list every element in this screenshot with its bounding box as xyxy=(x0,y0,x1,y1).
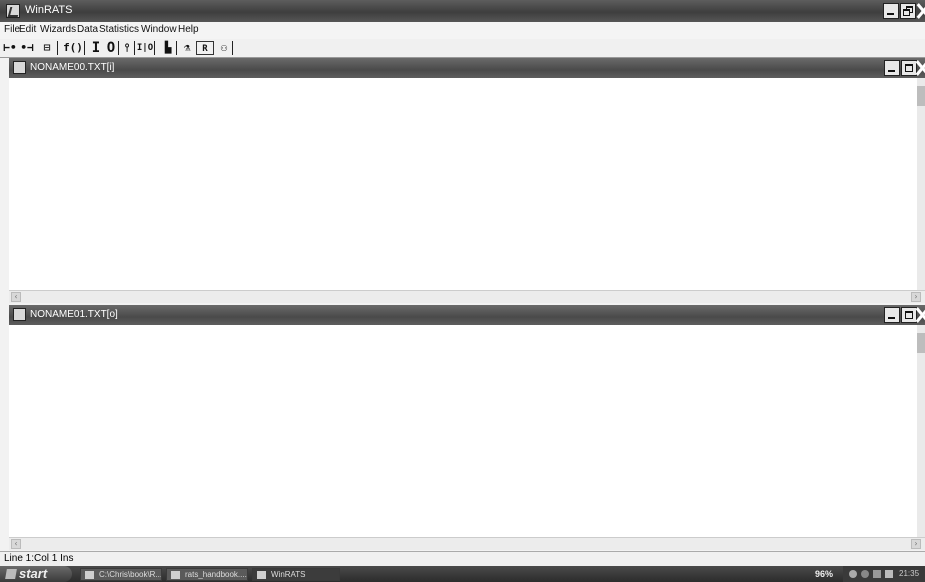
output-editor[interactable] xyxy=(9,325,917,537)
taskbar-item-winrats[interactable]: WinRATS xyxy=(252,568,340,581)
taskbar-item-handbook[interactable]: rats_handbook.... xyxy=(166,568,248,581)
menu-file[interactable]: File xyxy=(4,24,20,35)
output-window-title-bar[interactable]: NONAME01.TXT[o] xyxy=(9,305,925,325)
menu-window[interactable]: Window xyxy=(141,24,177,35)
task-label: rats_handbook.... xyxy=(185,570,247,579)
scrollbar-thumb[interactable] xyxy=(917,86,925,106)
scroll-left-icon[interactable]: ‹ xyxy=(11,539,21,549)
toolbar-graph-button[interactable]: ▙ xyxy=(160,41,177,55)
close-icon[interactable] xyxy=(915,2,925,20)
output-window: NONAME01.TXT[o] ‹ › xyxy=(9,305,925,550)
menu-statistics[interactable]: Statistics xyxy=(99,24,139,35)
scroll-right-icon[interactable]: › xyxy=(911,292,921,302)
folder-icon xyxy=(85,571,94,579)
toolbar-run-button[interactable]: ⊢• xyxy=(2,41,18,55)
zoom-level: 96% xyxy=(815,569,834,579)
security-icon[interactable] xyxy=(873,570,881,578)
input-editor[interactable] xyxy=(9,78,917,290)
vertical-scrollbar[interactable] xyxy=(917,78,925,290)
toolbar-print-button[interactable]: ⊟ xyxy=(37,41,58,55)
start-label: start xyxy=(19,566,48,581)
toolbar-io-button[interactable]: I|O xyxy=(136,41,155,55)
task-label: C:\Chris\book\R... xyxy=(99,570,162,579)
horizontal-scrollbar[interactable]: ‹ › xyxy=(9,537,925,550)
scroll-right-icon[interactable]: › xyxy=(911,539,921,549)
toolbar: ⊢• •⊣ ⊟ f() I O ⫯ I|O ▙ ⚗ R ⚇ xyxy=(0,39,925,58)
vertical-scrollbar[interactable] xyxy=(917,325,925,537)
taskbar-item-folder[interactable]: C:\Chris\book\R... xyxy=(80,568,162,581)
scrollbar-thumb[interactable] xyxy=(917,333,925,353)
horizontal-scrollbar[interactable]: ‹ › xyxy=(9,290,925,303)
system-tray: 21:35 xyxy=(843,566,925,582)
minimize-button[interactable] xyxy=(884,60,900,76)
toolbar-function-button[interactable]: f() xyxy=(62,41,85,55)
language-icon[interactable] xyxy=(885,570,893,578)
document-icon xyxy=(13,308,26,321)
toolbar-output-button[interactable]: O xyxy=(104,41,119,55)
network-icon[interactable] xyxy=(849,570,857,578)
app-icon xyxy=(257,571,266,579)
scroll-left-icon[interactable]: ‹ xyxy=(11,292,21,302)
start-button[interactable]: start xyxy=(0,566,72,582)
toolbar-stop-button[interactable]: •⊣ xyxy=(19,41,35,55)
toolbar-input-button[interactable]: I xyxy=(90,41,102,55)
taskbar: start C:\Chris\book\R... rats_handbook..… xyxy=(0,566,925,582)
winrats-app: WinRATS File Edit Wizards Data Statistic… xyxy=(0,0,925,582)
minimize-button[interactable] xyxy=(884,307,900,323)
menu-edit[interactable]: Edit xyxy=(19,24,36,35)
toolbar-wizard-button[interactable]: ⚗ xyxy=(180,41,194,55)
task-label: WinRATS xyxy=(271,570,306,579)
input-window: NONAME00.TXT[i] ‹ › xyxy=(9,58,925,303)
close-icon[interactable] xyxy=(914,59,925,77)
windows-flag-icon xyxy=(5,569,17,579)
toolbar-series-button[interactable]: ⚇ xyxy=(216,41,233,55)
toolbar-split-button[interactable]: ⫯ xyxy=(120,41,135,55)
toolbar-report-button[interactable]: R xyxy=(196,41,214,55)
app-title: WinRATS xyxy=(25,4,73,16)
menu-wizards[interactable]: Wizards xyxy=(40,24,76,35)
clock[interactable]: 21:35 xyxy=(899,569,919,578)
app-icon[interactable] xyxy=(6,4,20,18)
app-title-bar[interactable]: WinRATS xyxy=(0,0,925,22)
volume-icon[interactable] xyxy=(861,570,869,578)
menu-data[interactable]: Data xyxy=(77,24,98,35)
document-icon xyxy=(13,61,26,74)
restore-button[interactable] xyxy=(900,3,916,19)
menu-help[interactable]: Help xyxy=(178,24,199,35)
menu-bar: File Edit Wizards Data Statistics Window… xyxy=(0,22,925,39)
input-window-title: NONAME00.TXT[i] xyxy=(30,62,115,73)
cursor-position: Line 1:Col 1 Ins xyxy=(4,553,74,564)
close-icon[interactable] xyxy=(914,306,925,324)
minimize-button[interactable] xyxy=(883,3,899,19)
document-icon xyxy=(171,571,180,579)
status-bar: Line 1:Col 1 Ins xyxy=(0,551,925,566)
output-window-title: NONAME01.TXT[o] xyxy=(30,309,118,320)
input-window-title-bar[interactable]: NONAME00.TXT[i] xyxy=(9,58,925,78)
